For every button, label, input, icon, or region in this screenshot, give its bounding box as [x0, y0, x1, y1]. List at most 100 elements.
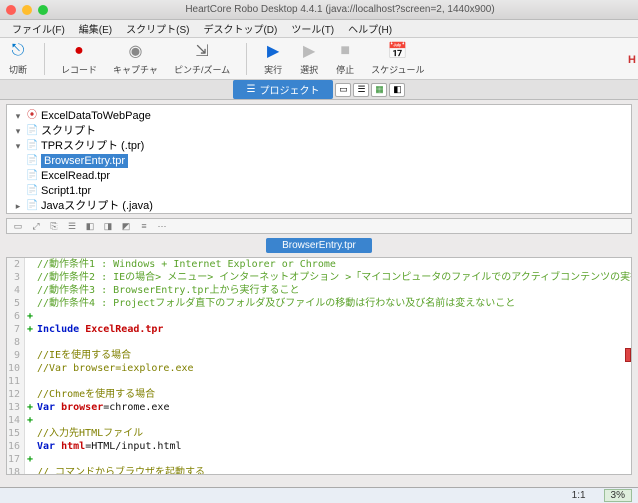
toolbar-icon: 📅 — [388, 41, 408, 61]
strip-btn[interactable]: ⋯ — [155, 220, 169, 232]
line-text: //動作条件2 : IEの場合> メニュー> インターネットオプション >「マイ… — [35, 271, 632, 284]
toolbar-label: ピンチ/ズーム — [174, 63, 230, 76]
toolbar-icon: ◉ — [125, 41, 145, 61]
tabbar: ☰ プロジェクト ▭ ☰ ▦ ◧ — [0, 80, 638, 100]
toolbar-icon: ■ — [335, 41, 355, 61]
line-number: 8 — [7, 336, 25, 349]
line-number: 17 — [7, 453, 25, 466]
code-line[interactable]: 3 //動作条件2 : IEの場合> メニュー> インターネットオプション >「マ… — [7, 271, 631, 284]
toolbar-label: キャプチャ — [113, 63, 158, 76]
menubar: ファイル(F) 編集(E) スクリプト(S) デスクトップ(D) ツール(T) … — [0, 20, 638, 38]
line-text: //動作条件1 : Windows + Internet Explorer or… — [35, 258, 631, 271]
statusbar: 1:1 3% — [0, 487, 638, 503]
code-line[interactable]: 6+ — [7, 310, 631, 323]
view-btn-4[interactable]: ◧ — [389, 83, 405, 97]
tree-item-script1[interactable]: 📄Script1.tpr — [13, 184, 625, 199]
strip-btn[interactable]: ⎘ — [47, 220, 61, 232]
code-line[interactable]: 5//動作条件4 : Projectフォルダ直下のフォルダ及びファイルの移動は行… — [7, 297, 631, 310]
toolbar-スケジュール[interactable]: 📅スケジュール — [371, 41, 424, 76]
line-mark: + — [25, 310, 35, 323]
line-number: 5 — [7, 297, 25, 310]
strip-btn[interactable]: ◩ — [119, 220, 133, 232]
view-btn-2[interactable]: ☰ — [353, 83, 369, 97]
line-text: Var browser=chrome.exe — [35, 401, 631, 414]
code-line[interactable]: 12//Chromeを使用する場合 — [7, 388, 631, 401]
toolbar-label: 停止 — [336, 63, 354, 76]
toolbar-実行[interactable]: ▶実行 — [263, 41, 283, 76]
tree-item-browserentry[interactable]: 📄BrowserEntry.tpr — [13, 154, 625, 169]
menu-help[interactable]: ヘルプ(H) — [342, 19, 398, 38]
toolbar-ピンチ/ズーム[interactable]: ⇲ ピンチ/ズーム — [174, 41, 230, 76]
menu-edit[interactable]: 編集(E) — [73, 19, 118, 38]
editor-tabbar: BrowserEntry.tpr — [0, 234, 638, 257]
code-line[interactable]: 18// コマンドからブラウザを起動する — [7, 466, 631, 475]
code-line[interactable]: 4 //動作条件3 : BrowserEntry.tpr上から実行すること — [7, 284, 631, 297]
code-line[interactable]: 7+Include ExcelRead.tpr — [7, 323, 631, 336]
strip-btn[interactable]: ☰ — [65, 220, 79, 232]
toolbar-icon: ⇲ — [192, 41, 212, 61]
line-number: 14 — [7, 414, 25, 427]
toolbar-停止[interactable]: ■ 停止 — [335, 41, 355, 76]
line-number: 9 — [7, 349, 25, 362]
strip-btn[interactable]: ◨ — [101, 220, 115, 232]
tree-scripts[interactable]: ▾📄スクリプト — [13, 124, 625, 139]
tree-root[interactable]: ▾⦿ExcelDataToWebPage — [13, 109, 625, 124]
toolbar-label: レコード — [61, 63, 97, 76]
code-line[interactable]: 16Var html=HTML/input.html — [7, 440, 631, 453]
menu-desktop[interactable]: デスクトップ(D) — [197, 19, 283, 38]
code-line[interactable]: 10//Var browser=iexplore.exe — [7, 362, 631, 375]
line-mark: + — [25, 323, 35, 336]
line-mark: + — [25, 401, 35, 414]
strip-btn[interactable]: ≡ — [137, 220, 151, 232]
line-text: //入力先HTMLファイル — [35, 427, 631, 440]
code-line[interactable]: 8 — [7, 336, 631, 349]
line-text: // コマンドからブラウザを起動する — [35, 466, 631, 475]
tab-project[interactable]: ☰ プロジェクト — [233, 80, 334, 99]
line-text: //Chromeを使用する場合 — [35, 388, 631, 401]
tree-item-excelread[interactable]: 📄ExcelRead.tpr — [13, 169, 625, 184]
tree-tpr-group[interactable]: ▾📄TPRスクリプト (.tpr) — [13, 139, 625, 154]
project-tree[interactable]: ▾⦿ExcelDataToWebPage ▾📄スクリプト ▾📄TPRスクリプト … — [6, 104, 632, 214]
toolbar-icon: ● — [69, 41, 89, 61]
code-line[interactable]: 9//IEを使用する場合 — [7, 349, 631, 362]
titlebar: HeartCore Robo Desktop 4.4.1 (java://loc… — [0, 0, 638, 20]
strip-btn[interactable]: ◧ — [83, 220, 97, 232]
window-title: HeartCore Robo Desktop 4.4.1 (java://loc… — [48, 4, 632, 15]
code-line[interactable]: 13+Var browser=chrome.exe — [7, 401, 631, 414]
mid-toolstrip: ▭ ⤢ ⎘ ☰ ◧ ◨ ◩ ≡ ⋯ — [6, 218, 632, 234]
close-icon[interactable] — [6, 5, 16, 15]
strip-btn[interactable]: ⤢ — [29, 220, 43, 232]
code-line[interactable]: 17+ — [7, 453, 631, 466]
toolbar-レコード[interactable]: ● レコード — [61, 41, 97, 76]
view-btn-3[interactable]: ▦ — [371, 83, 387, 97]
menu-file[interactable]: ファイル(F) — [6, 19, 71, 38]
line-text: //Var browser=iexplore.exe — [35, 362, 631, 375]
line-number: 3 — [7, 271, 25, 284]
line-text: //動作条件3 : BrowserEntry.tpr上から実行すること — [35, 284, 631, 297]
line-number: 13 — [7, 401, 25, 414]
code-line[interactable]: 14+ — [7, 414, 631, 427]
menu-tools[interactable]: ツール(T) — [285, 19, 340, 38]
toolbar-切断[interactable]: ⎋切断 — [8, 41, 28, 76]
toolbar-label: 選択 — [300, 63, 318, 76]
minimize-icon[interactable] — [22, 5, 32, 15]
toolbar: ⎋切断 ● レコード ◉ キャプチャ ⇲ ピンチ/ズーム ▶実行 ▶選択 ■ 停止 📅スケジュール — [0, 38, 638, 80]
line-number: 4 — [7, 284, 25, 297]
tree-java-group[interactable]: ▸📄Javaスクリプト (.java) — [13, 199, 625, 214]
code-line[interactable]: 15 //入力先HTMLファイル — [7, 427, 631, 440]
line-number: 15 — [7, 427, 25, 440]
zoom-icon[interactable] — [38, 5, 48, 15]
code-line[interactable]: 11 — [7, 375, 631, 388]
code-line[interactable]: 2//動作条件1 : Windows + Internet Explorer o… — [7, 258, 631, 271]
window-controls — [6, 5, 48, 15]
view-btn-1[interactable]: ▭ — [335, 83, 351, 97]
line-number: 11 — [7, 375, 25, 388]
toolbar-label: 切断 — [9, 63, 27, 76]
editor-tab-active[interactable]: BrowserEntry.tpr — [266, 238, 372, 253]
toolbar-キャプチャ[interactable]: ◉ キャプチャ — [113, 41, 158, 76]
strip-btn[interactable]: ▭ — [11, 220, 25, 232]
toolbar-選択[interactable]: ▶選択 — [299, 41, 319, 76]
menu-script[interactable]: スクリプト(S) — [120, 19, 195, 38]
error-marker[interactable] — [625, 348, 631, 362]
code-editor[interactable]: 2//動作条件1 : Windows + Internet Explorer o… — [6, 257, 632, 475]
